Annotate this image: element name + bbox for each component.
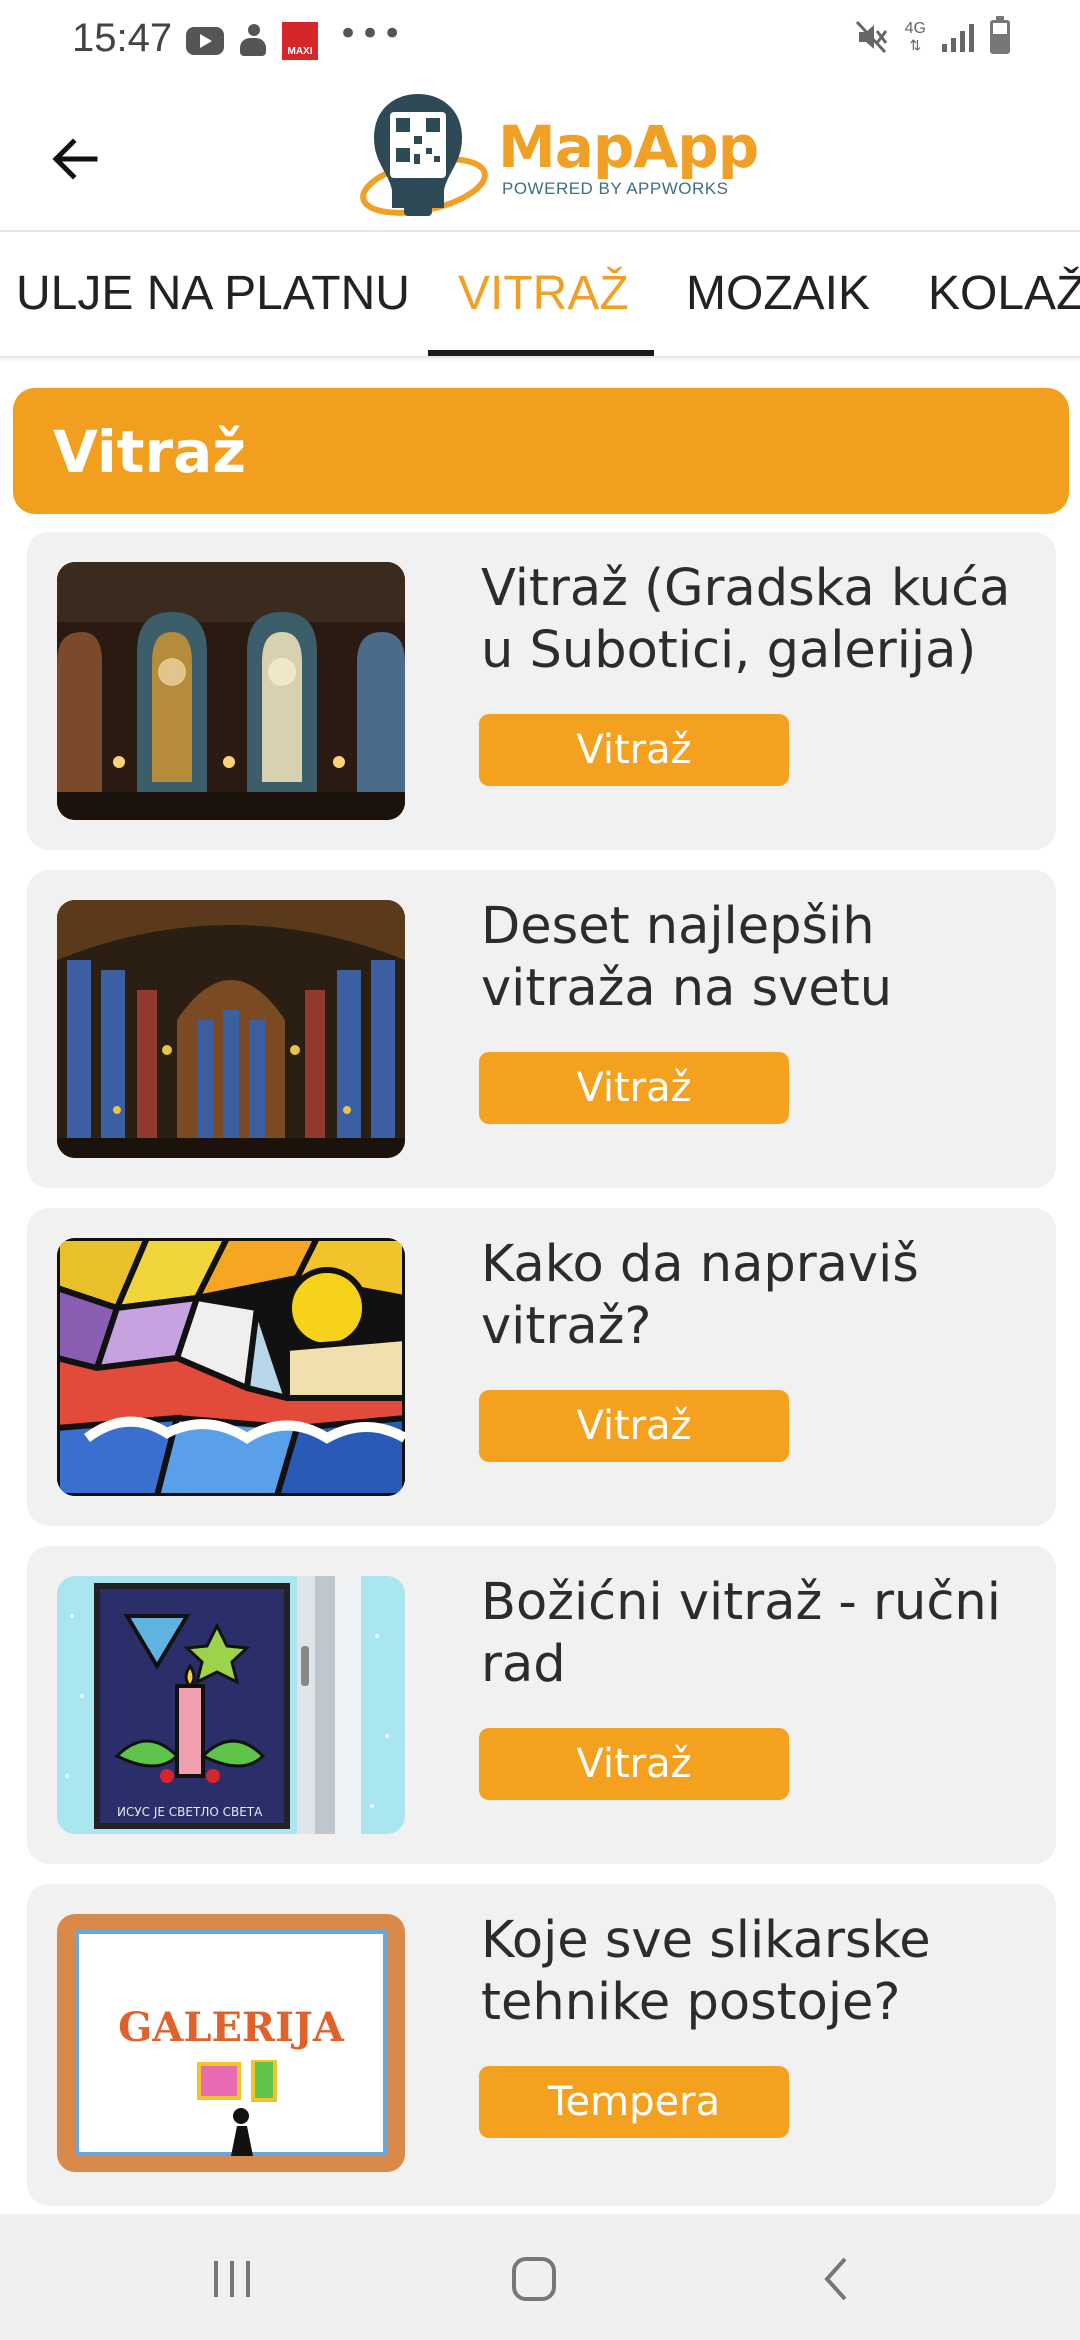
network-4g-icon: 4G ⇅	[904, 20, 926, 54]
card-title: Koje sve slikarske tehnike postoje?	[481, 1911, 931, 2032]
card-title: Kako da napraviš vitraž?	[481, 1235, 919, 1356]
galerija-frame: GALERIJA	[75, 1930, 387, 2156]
status-time: 15:47	[72, 16, 173, 60]
galerija-thumbnail: GALERIJA	[57, 1914, 405, 2172]
painting-figure-icon	[197, 2060, 277, 2156]
system-nav-bar	[0, 2214, 1080, 2340]
maxi-app-icon: MAXI	[282, 22, 318, 60]
back-button[interactable]	[40, 124, 110, 194]
article-card[interactable]: Deset najlepših vitraža na svetu Vitraž	[27, 870, 1056, 1188]
mute-icon	[855, 20, 887, 54]
category-tag-button[interactable]: Tempera	[479, 2066, 789, 2138]
person-icon	[238, 24, 268, 58]
tab-ulje-na-platnu[interactable]: ULJE NA PLATNU	[16, 266, 410, 321]
christmas-candle-window-art: ИСУС ЈЕ СВЕТЛО СВЕТА	[57, 1576, 405, 1834]
sainte-chapelle-thumbnail	[57, 900, 405, 1158]
tab-kolaz[interactable]: KOLAŽ	[928, 266, 1080, 321]
section-header: Vitraž	[13, 388, 1069, 514]
tab-vitraz[interactable]: VITRAŽ	[458, 266, 629, 321]
active-tab-indicator	[428, 350, 654, 356]
article-card[interactable]: ИСУС ЈЕ СВЕТЛО СВЕТА Božićni vitraž - ru…	[27, 1546, 1056, 1864]
card-title: Vitraž (Gradska kuća u Subotici, galerij…	[481, 559, 1011, 680]
maxi-label: MAXI	[287, 46, 313, 57]
section-title: Vitraž	[53, 418, 246, 486]
logo-title: MapApp	[498, 113, 759, 181]
stained-glass-sailboat-thumbnail	[57, 1238, 405, 1496]
app-header: MapApp POWERED BY APPWORKS	[0, 84, 1080, 230]
article-card[interactable]: Vitraž (Gradska kuća u Subotici, galerij…	[27, 532, 1056, 850]
nav-back-button[interactable]	[786, 2244, 886, 2314]
recent-apps-button[interactable]	[182, 2244, 282, 2314]
app-logo: MapApp POWERED BY APPWORKS	[348, 90, 759, 224]
category-tag-button[interactable]: Vitraž	[479, 714, 789, 786]
category-tag-button[interactable]: Vitraž	[479, 1052, 789, 1124]
system-icons: 4G ⇅	[855, 16, 1010, 54]
home-icon	[512, 2257, 556, 2301]
youtube-icon	[186, 27, 224, 55]
recent-apps-icon	[214, 2261, 250, 2297]
galerija-text: GALERIJA	[118, 2004, 344, 2051]
arrow-left-icon	[52, 138, 98, 180]
article-card[interactable]: Kako da napraviš vitraž? Vitraž	[27, 1208, 1056, 1526]
signal-icon	[942, 22, 974, 52]
home-button[interactable]	[484, 2244, 584, 2314]
card-title: Deset najlepših vitraža na svetu	[481, 897, 893, 1018]
back-icon	[824, 2257, 847, 2301]
category-tag-button[interactable]: Vitraž	[479, 1390, 789, 1462]
battery-icon	[990, 16, 1010, 54]
christmas-candle-window-thumbnail: ИСУС ЈЕ СВЕТЛО СВЕТА	[57, 1576, 405, 1834]
cathedral-windows-thumbnail	[57, 562, 405, 820]
thumbnail-caption: ИСУС ЈЕ СВЕТЛО СВЕТА	[117, 1805, 263, 1819]
tab-mozaik[interactable]: MOZAIK	[686, 266, 870, 321]
phone-bulb-logo-icon	[360, 94, 488, 216]
status-bar: 15:47 MAXI ••• 4G ⇅	[0, 0, 1080, 84]
network-label: 4G	[904, 20, 926, 37]
category-tabs: ULJE NA PLATNU VITRAŽ MOZAIK KOLAŽ	[0, 230, 1080, 358]
logo-subtitle: POWERED BY APPWORKS	[502, 179, 729, 198]
more-dots-icon: •••	[338, 14, 405, 54]
category-tag-button[interactable]: Vitraž	[479, 1728, 789, 1800]
card-title: Božićni vitraž - ručni rad	[481, 1573, 1001, 1694]
article-card[interactable]: GALERIJA Koje sve slikarske tehnike post…	[27, 1884, 1056, 2206]
notification-icons: MAXI •••	[186, 14, 404, 60]
